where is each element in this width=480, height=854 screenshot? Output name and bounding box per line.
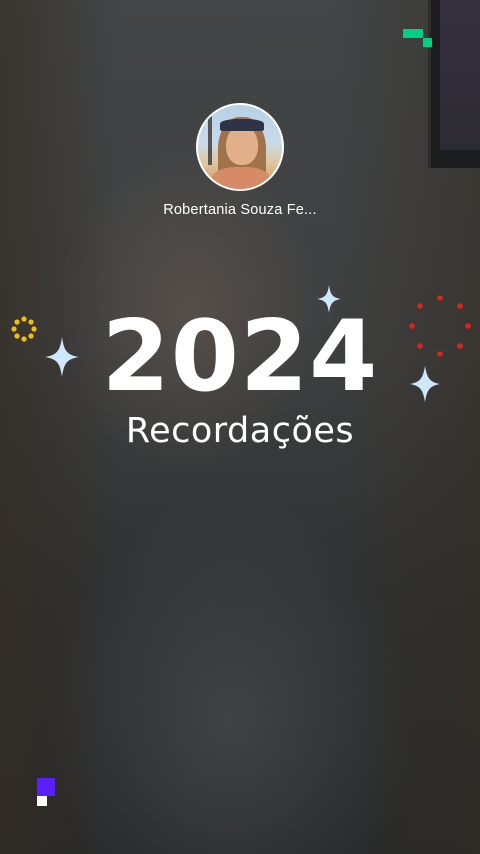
pixel-blocks-icon — [37, 796, 47, 806]
recap-year: 2024 — [101, 300, 379, 414]
pixel-blocks-icon — [403, 29, 423, 38]
pixel-blocks-icon — [37, 778, 55, 796]
avatar[interactable] — [196, 103, 284, 191]
pixel-blocks-icon — [423, 38, 432, 47]
profile-name: Robertania Souza Fe... — [163, 202, 317, 218]
profile-header[interactable]: Robertania Souza Fe... — [0, 103, 480, 218]
recap-subtitle: Recordações — [125, 411, 355, 451]
